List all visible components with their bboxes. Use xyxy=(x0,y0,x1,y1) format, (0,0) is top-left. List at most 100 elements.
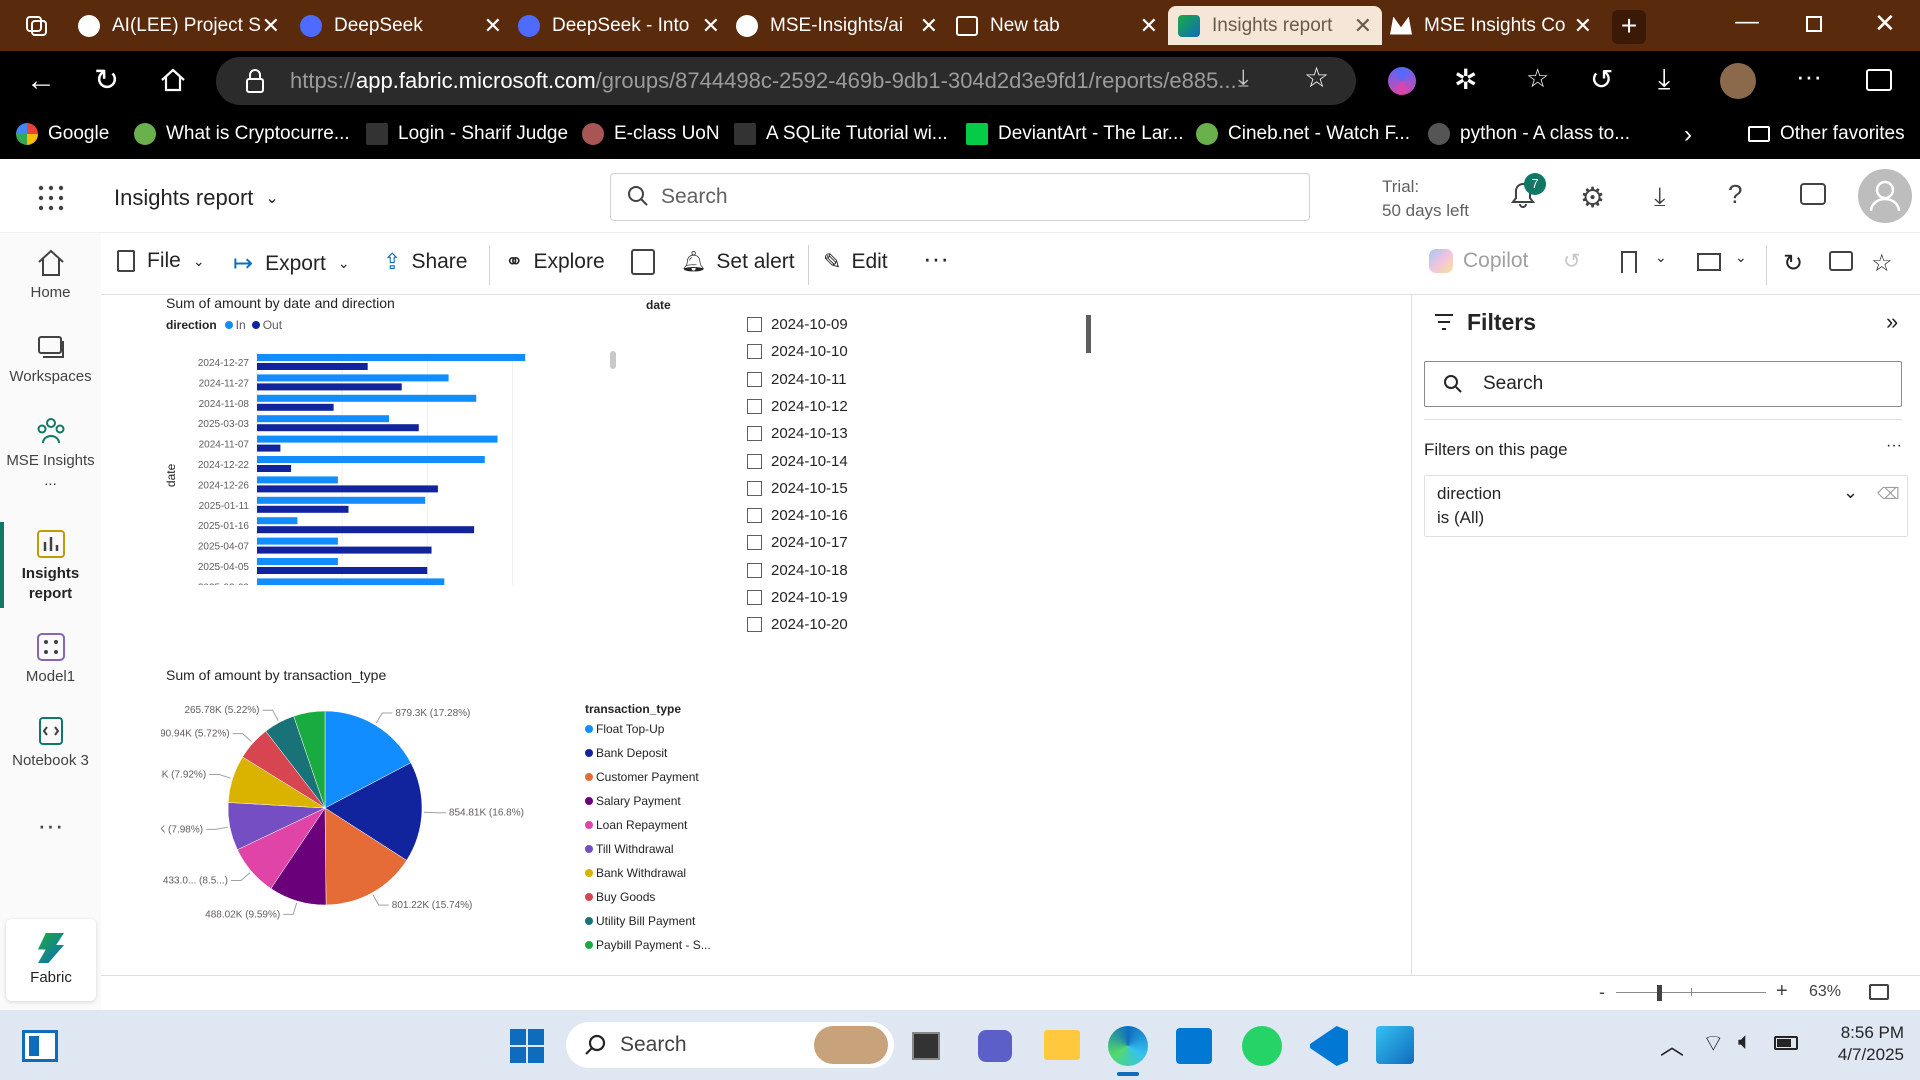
lock-icon[interactable] xyxy=(244,67,266,95)
minimize-icon[interactable]: — xyxy=(1735,8,1759,36)
pie-legend-item[interactable]: Buy Goods xyxy=(585,890,655,904)
checkbox[interactable] xyxy=(747,426,762,442)
bar-in[interactable] xyxy=(257,537,338,545)
sidebar-toggle-icon[interactable] xyxy=(1866,69,1892,91)
checkbox[interactable] xyxy=(747,590,762,605)
pie-legend-item[interactable]: Utility Bill Payment xyxy=(585,914,695,928)
nav-model1[interactable]: Model1 xyxy=(0,631,101,687)
favorite-star-icon[interactable]: ☆ xyxy=(1304,61,1329,94)
extensions-puzzle-icon[interactable]: ✲ xyxy=(1454,63,1477,96)
bar-in[interactable] xyxy=(257,578,445,585)
fabric-experience-switcher[interactable]: Fabric xyxy=(6,919,96,1001)
checkbox[interactable] xyxy=(747,371,762,387)
comment-icon[interactable] xyxy=(1829,251,1853,271)
edit-button[interactable]: ✎ Edit xyxy=(823,249,888,275)
download-page-icon[interactable]: ⤓ xyxy=(1238,65,1249,93)
help-question-icon[interactable]: ? xyxy=(1728,179,1742,210)
file-explorer-icon[interactable] xyxy=(1044,1030,1080,1060)
browser-tab-active[interactable]: Insights report ✕ xyxy=(1168,6,1382,45)
zoom-out-button[interactable]: - xyxy=(1599,982,1605,1003)
clear-filter-eraser-icon[interactable]: ⌫ xyxy=(1877,484,1900,504)
browser-tab[interactable]: DeepSeek ✕ xyxy=(300,6,512,45)
chevron-down-icon[interactable]: ⌄ xyxy=(1735,249,1747,266)
bar-out[interactable] xyxy=(257,444,281,452)
bar-in[interactable] xyxy=(257,476,338,484)
nav-workspaces[interactable]: Workspaces xyxy=(0,331,101,387)
windows-start-icon[interactable] xyxy=(510,1029,544,1063)
bar-in[interactable] xyxy=(257,435,498,443)
more-filters-icon[interactable]: ··· xyxy=(1886,437,1902,455)
refresh-icon[interactable]: ↻ xyxy=(94,63,119,98)
pie-legend-item[interactable]: Paybill Payment - S... xyxy=(585,938,711,952)
checkbox[interactable] xyxy=(747,617,762,633)
close-tab-icon[interactable]: ✕ xyxy=(1574,13,1592,39)
checkbox[interactable] xyxy=(747,453,762,469)
bar-out[interactable] xyxy=(257,424,419,432)
bookmark-sharif-judge[interactable]: Login - Sharif Judge xyxy=(366,123,568,145)
vscode-icon[interactable] xyxy=(1310,1026,1348,1066)
notifications-bell-icon[interactable]: 7 xyxy=(1510,173,1546,209)
explore-button[interactable]: ⚭ Explore xyxy=(505,249,605,275)
subscribe-icon[interactable] xyxy=(631,249,655,275)
close-tab-icon[interactable]: ✕ xyxy=(262,13,280,39)
url-bar[interactable]: https://app.fabric.microsoft.com/groups/… xyxy=(216,57,1356,105)
bar-out[interactable] xyxy=(257,567,428,574)
nav-mse-insights[interactable]: MSE Insights ... xyxy=(0,415,101,491)
edge-browser-icon[interactable] xyxy=(1108,1026,1148,1066)
slicer-item[interactable]: 2024-10-10 xyxy=(747,343,848,360)
copilot-button[interactable]: Copilot xyxy=(1429,249,1528,273)
checkbox[interactable] xyxy=(747,562,762,578)
nav-notebook3[interactable]: Notebook 3 xyxy=(0,715,101,771)
export-menu-button[interactable]: ↦ Export ⌄ xyxy=(233,249,350,278)
workspaces-icon[interactable] xyxy=(24,12,50,38)
chevron-up-icon[interactable]: ︿ xyxy=(1660,1026,1684,1061)
bookmark-crypto[interactable]: What is Cryptocurre... xyxy=(134,123,350,145)
checkbox[interactable] xyxy=(747,398,762,414)
browser-tab[interactable]: MSE-Insights/ai ✕ xyxy=(736,6,948,45)
favorite-star-icon[interactable]: ☆ xyxy=(1871,249,1893,278)
history-icon[interactable]: ↺ xyxy=(1590,63,1613,96)
home-icon[interactable] xyxy=(160,68,186,92)
battery-icon[interactable] xyxy=(1774,1036,1798,1050)
photos-icon[interactable] xyxy=(1376,1026,1414,1064)
zoom-slider-thumb[interactable] xyxy=(1657,985,1662,1001)
chevron-right-icon[interactable]: › xyxy=(1684,121,1692,149)
bar-out[interactable] xyxy=(257,546,432,554)
legend-label-in[interactable]: In xyxy=(236,318,246,332)
pie-legend-item[interactable]: Salary Payment xyxy=(585,794,681,808)
volume-icon[interactable]: 🔈︎ xyxy=(1738,1028,1752,1056)
widgets-icon[interactable] xyxy=(22,1030,58,1062)
more-toolbar-icon[interactable]: ··· xyxy=(923,243,949,274)
collapse-filters-icon[interactable]: » xyxy=(1886,309,1898,335)
bookmark-google[interactable]: Google xyxy=(16,123,109,145)
pie-legend-item[interactable]: Bank Withdrawal xyxy=(585,866,686,880)
favorites-icon[interactable]: ☆ xyxy=(1526,63,1549,94)
filters-search-input[interactable]: Search xyxy=(1424,361,1902,407)
microsoft-store-icon[interactable] xyxy=(1176,1028,1212,1064)
bookmark-icon[interactable] xyxy=(1621,251,1637,273)
slicer-item[interactable]: 2024-10-20 xyxy=(747,616,848,633)
bookmark-eclass[interactable]: E-class UoN xyxy=(582,123,720,145)
bookmark-sqlite[interactable]: A SQLite Tutorial wi... xyxy=(734,123,948,145)
checkbox[interactable] xyxy=(747,317,762,332)
extension-icon[interactable] xyxy=(1388,67,1416,95)
slicer-item[interactable]: 2024-10-19 xyxy=(747,589,848,606)
bar-out[interactable] xyxy=(257,526,475,534)
feedback-icon[interactable] xyxy=(1800,183,1826,205)
share-button[interactable]: ⇪ Share xyxy=(383,249,467,275)
bar-out[interactable] xyxy=(257,465,292,472)
bar-in[interactable] xyxy=(257,415,389,423)
download-icon[interactable]: ⤓ xyxy=(1654,181,1666,213)
bar-in[interactable] xyxy=(257,394,477,402)
slicer-item[interactable]: 2024-10-14 xyxy=(747,453,848,470)
checkbox[interactable] xyxy=(747,508,762,524)
fit-to-page-icon[interactable] xyxy=(1869,984,1889,1000)
bar-in[interactable] xyxy=(257,558,338,565)
browser-tab[interactable]: AI(LEE) Project S ✕ xyxy=(78,6,290,45)
browser-tab[interactable]: DeepSeek - Into ✕ xyxy=(518,6,730,45)
close-tab-icon[interactable]: ✕ xyxy=(1354,13,1372,39)
checkbox[interactable] xyxy=(747,480,762,496)
user-avatar[interactable] xyxy=(1858,169,1912,223)
profile-avatar[interactable] xyxy=(1720,63,1756,99)
zoom-in-button[interactable]: + xyxy=(1776,980,1788,1003)
